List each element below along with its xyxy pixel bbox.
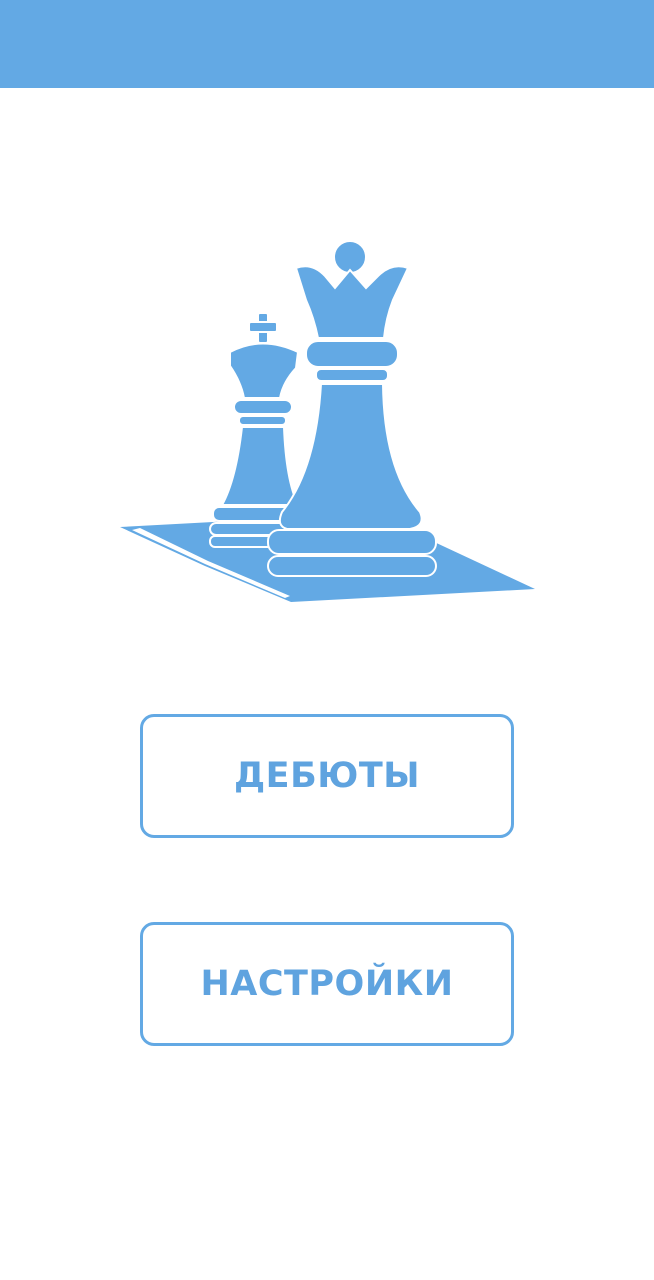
openings-button-label: ДЕБЮТЫ <box>234 756 420 796</box>
chess-logo-icon <box>120 240 535 602</box>
settings-button-label: НАСТРОЙКИ <box>200 964 454 1004</box>
settings-button[interactable]: НАСТРОЙКИ <box>140 922 514 1046</box>
top-app-bar <box>0 0 654 88</box>
queen-piece <box>267 240 437 577</box>
main-screen: ДЕБЮТЫ НАСТРОЙКИ <box>0 0 654 1280</box>
openings-button[interactable]: ДЕБЮТЫ <box>140 714 514 838</box>
